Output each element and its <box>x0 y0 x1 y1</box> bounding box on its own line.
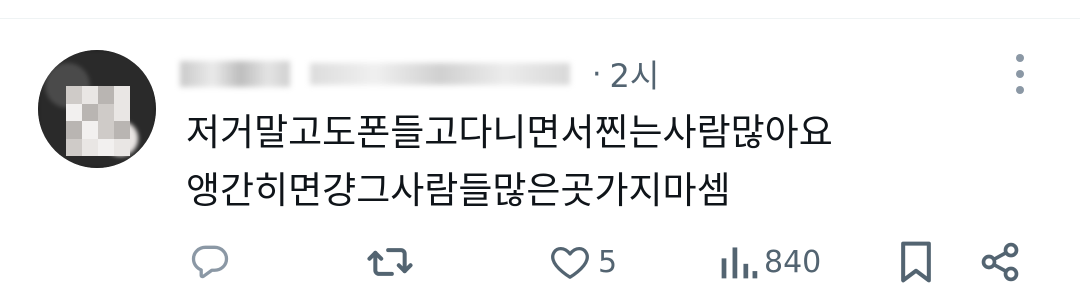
views-count: 840 <box>764 244 822 280</box>
avatar[interactable] <box>38 50 156 168</box>
repost-button[interactable] <box>366 234 420 290</box>
speech-bubble-icon <box>191 245 229 279</box>
post-timestamp[interactable]: 2시 <box>610 51 660 97</box>
bookmark-button[interactable] <box>894 234 938 290</box>
like-count: 5 <box>598 244 618 280</box>
censored-display-name[interactable] <box>180 61 290 87</box>
repost-arrows-icon <box>367 248 413 276</box>
reply-button[interactable] <box>188 234 238 290</box>
vertical-dots-icon[interactable] <box>1006 54 1034 94</box>
like-button[interactable]: 5 <box>548 234 617 290</box>
bar-chart-icon <box>721 247 758 279</box>
post-header: · 2시 <box>180 52 659 96</box>
heart-icon <box>551 246 589 279</box>
post-text-line: 앵간히면걍그사람들많은곳가지마셈 <box>186 169 731 212</box>
share-icon <box>981 242 1019 282</box>
censored-username-handle[interactable] <box>310 63 570 85</box>
views-button[interactable]: 840 <box>718 234 821 290</box>
share-button[interactable] <box>978 234 1022 290</box>
bookmark-icon <box>901 241 931 283</box>
header-separator: · <box>592 56 602 92</box>
avatar-mosaic-censor <box>66 86 130 156</box>
top-divider <box>0 18 1080 19</box>
post-text: 저거말고도폰들고다니면서찐는사람많아요 앵간히면걍그사람들많은곳가지마셈 <box>186 104 833 220</box>
post-text-line: 저거말고도폰들고다니면서찐는사람많아요 <box>186 111 833 154</box>
action-bar: 5 840 <box>0 234 1080 290</box>
